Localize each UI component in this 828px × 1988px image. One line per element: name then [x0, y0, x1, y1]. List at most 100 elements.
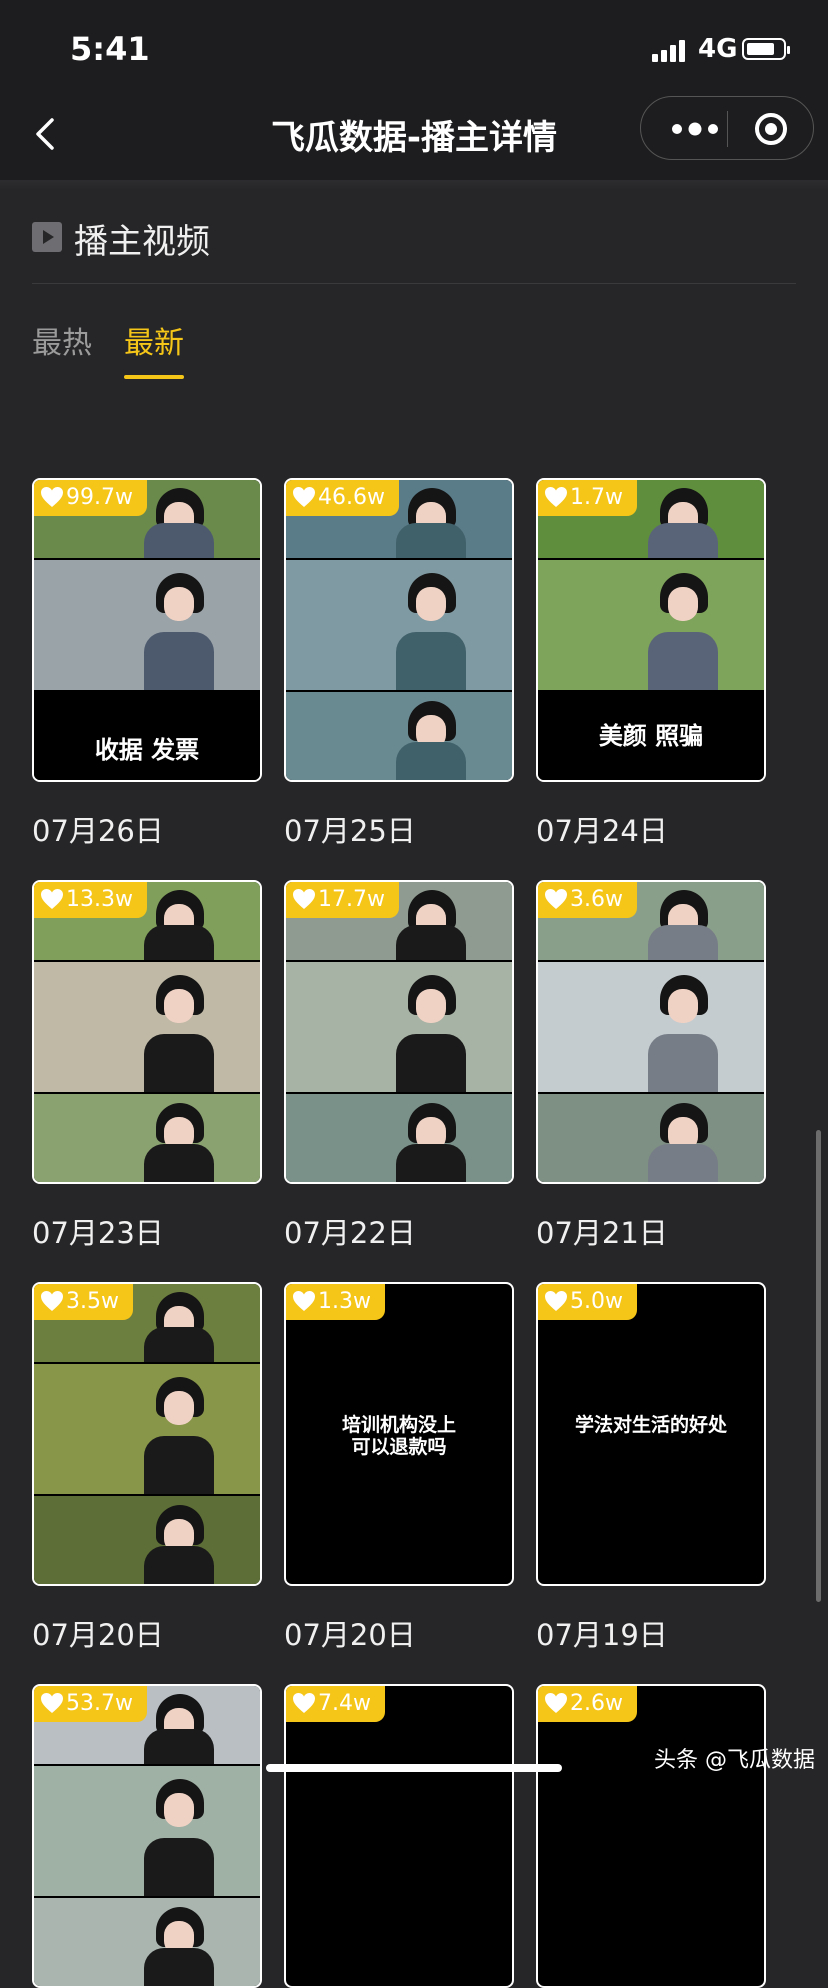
- heart-icon: [544, 886, 568, 909]
- video-thumbnail-frame: [34, 1766, 260, 1896]
- video-thumbnail-frame: [34, 1496, 260, 1584]
- likes-badge: 99.7w: [34, 480, 147, 516]
- likes-badge: 7.4w: [286, 1686, 385, 1722]
- video-thumbnail-frame: [286, 962, 512, 1092]
- video-text-overlay: 学法对生活的好处: [574, 1414, 727, 1436]
- video-thumbnail-frame: [286, 692, 512, 780]
- person-figure: [648, 882, 718, 960]
- play-icon: [32, 222, 62, 252]
- video-thumbnail-frame: [286, 560, 512, 690]
- video-thumbnail-frame: [34, 1094, 260, 1182]
- person-figure: [144, 962, 214, 1092]
- video-card[interactable]: 13.3w: [32, 880, 262, 1184]
- video-card[interactable]: 53.7w: [32, 1684, 262, 1988]
- person-figure: [396, 560, 466, 690]
- scrollbar[interactable]: [816, 1130, 821, 1602]
- likes-badge: 17.7w: [286, 882, 399, 918]
- status-time: 5:41: [70, 30, 150, 68]
- person-figure: [144, 1686, 214, 1764]
- likes-count: 2.6w: [570, 1691, 623, 1716]
- video-date: 07月22日: [284, 1216, 416, 1250]
- person-figure: [144, 882, 214, 960]
- heart-icon: [544, 1690, 568, 1713]
- signal-icon: [652, 38, 692, 62]
- active-tab-indicator: [124, 375, 184, 379]
- home-indicator[interactable]: [266, 1764, 562, 1772]
- battery-icon: [742, 38, 790, 60]
- likes-badge: 13.3w: [34, 882, 147, 918]
- likes-count: 17.7w: [318, 887, 385, 912]
- heart-icon: [292, 484, 316, 507]
- heart-icon: [292, 1690, 316, 1713]
- heart-icon: [40, 886, 64, 909]
- video-thumbnail-frame: [34, 962, 260, 1092]
- person-figure: [144, 1094, 214, 1182]
- video-date: 07月19日: [536, 1618, 668, 1652]
- video-card[interactable]: 46.6w: [284, 478, 514, 782]
- capsule-divider: [727, 111, 728, 147]
- person-figure: [396, 692, 466, 780]
- likes-badge: 5.0w: [538, 1284, 637, 1320]
- person-figure: [144, 560, 214, 690]
- likes-badge: 53.7w: [34, 1686, 147, 1722]
- heart-icon: [544, 484, 568, 507]
- person-figure: [396, 882, 466, 960]
- video-thumbnail-frame: [538, 1094, 764, 1182]
- person-figure: [396, 480, 466, 558]
- person-figure: [648, 1094, 718, 1182]
- video-date: 07月24日: [536, 814, 668, 848]
- tab-latest[interactable]: 最新: [124, 318, 184, 362]
- likes-count: 5.0w: [570, 1289, 623, 1314]
- person-figure: [144, 1898, 214, 1986]
- more-dots-icon[interactable]: [665, 113, 725, 145]
- person-figure: [144, 480, 214, 558]
- person-figure: [144, 1284, 214, 1362]
- video-card[interactable]: 17.7w: [284, 880, 514, 1184]
- video-card[interactable]: 7.4w: [284, 1684, 514, 1988]
- video-caption: 收据 发票: [94, 736, 200, 764]
- likes-count: 1.7w: [570, 485, 623, 510]
- heart-icon: [544, 1288, 568, 1311]
- video-date: 07月21日: [536, 1216, 668, 1250]
- close-target-icon[interactable]: [753, 111, 789, 147]
- likes-badge: 46.6w: [286, 480, 399, 516]
- heart-icon: [40, 1690, 64, 1713]
- person-figure: [144, 1766, 214, 1896]
- likes-count: 99.7w: [66, 485, 133, 510]
- likes-count: 3.5w: [66, 1289, 119, 1314]
- video-text-overlay: 培训机构没上 可以退款吗: [341, 1414, 456, 1458]
- likes-badge: 2.6w: [538, 1686, 637, 1722]
- heart-icon: [40, 1288, 64, 1311]
- video-caption: 美颜 照骗: [598, 722, 704, 750]
- video-card[interactable]: 美颜 照骗 1.7w: [536, 478, 766, 782]
- video-card[interactable]: 培训机构没上 可以退款吗 1.3w: [284, 1282, 514, 1586]
- heart-icon: [292, 1288, 316, 1311]
- video-card[interactable]: 收据 发票 99.7w: [32, 478, 262, 782]
- header-shadow: [0, 180, 828, 190]
- video-date: 07月26日: [32, 814, 164, 848]
- person-figure: [648, 962, 718, 1092]
- video-card[interactable]: 3.6w: [536, 880, 766, 1184]
- nav-bar: 飞瓜数据-播主详情: [0, 88, 828, 181]
- video-thumbnail-frame: [286, 1094, 512, 1182]
- video-thumbnail-frame: [34, 1898, 260, 1986]
- person-figure: [144, 1496, 214, 1584]
- video-card[interactable]: 2.6w: [536, 1684, 766, 1988]
- likes-count: 13.3w: [66, 887, 133, 912]
- status-bar: 5:41 4G: [0, 0, 828, 88]
- video-card[interactable]: 3.5w: [32, 1282, 262, 1586]
- video-date: 07月23日: [32, 1216, 164, 1250]
- person-figure: [648, 480, 718, 558]
- heart-icon: [292, 886, 316, 909]
- likes-badge: 1.7w: [538, 480, 637, 516]
- video-card[interactable]: 学法对生活的好处 5.0w: [536, 1282, 766, 1586]
- likes-badge: 3.5w: [34, 1284, 133, 1320]
- person-figure: [396, 962, 466, 1092]
- section-title: 播主视频: [74, 222, 210, 262]
- video-thumbnail-frame: [538, 560, 764, 690]
- person-figure: [648, 560, 718, 690]
- divider: [32, 283, 796, 284]
- likes-count: 1.3w: [318, 1289, 371, 1314]
- watermark: 头条 @飞瓜数据: [654, 1748, 815, 1773]
- tab-hottest[interactable]: 最热: [32, 318, 92, 362]
